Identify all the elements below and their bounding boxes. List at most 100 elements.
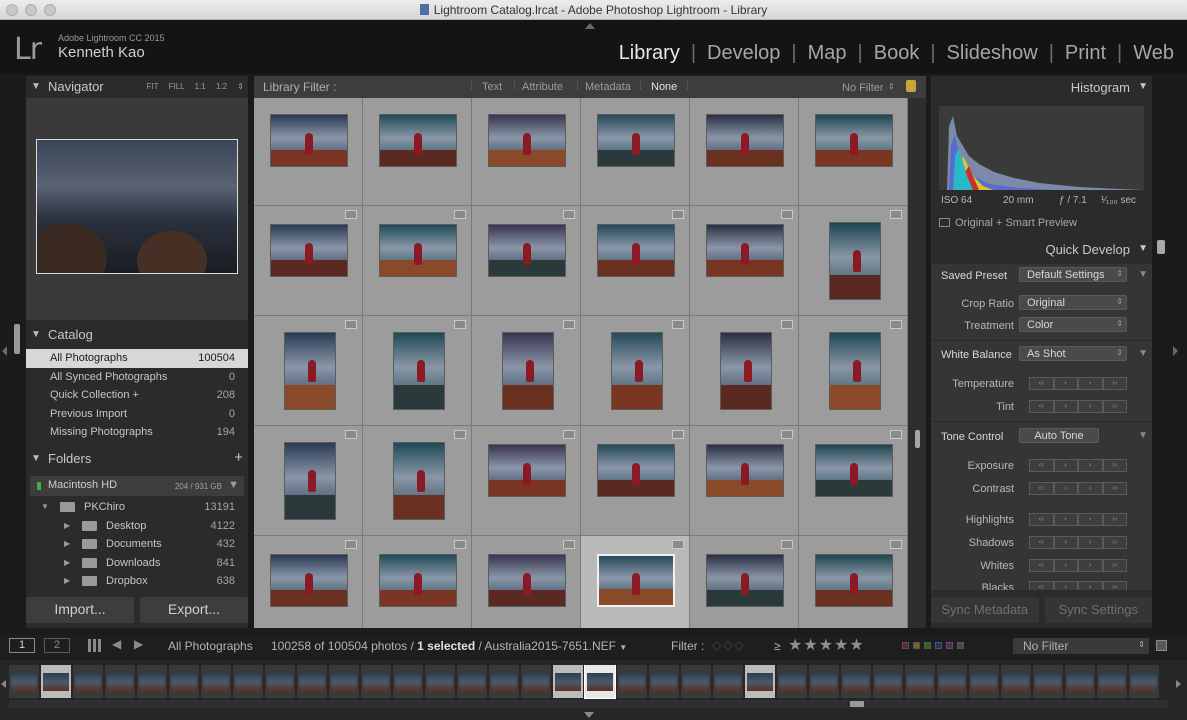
filmstrip-thumbnail[interactable] [41, 665, 71, 698]
expand-triangle-icon[interactable]: ▶ [64, 558, 70, 567]
filmstrip-scrollbar[interactable] [9, 700, 1169, 708]
filmstrip-thumbnail[interactable] [1033, 665, 1063, 698]
thumbnail-badge-icon[interactable] [781, 430, 793, 439]
thumbnail-badge-icon[interactable] [672, 430, 684, 439]
thumbnail-badge-icon[interactable] [890, 540, 902, 549]
grid-cell[interactable] [690, 536, 799, 628]
filmstrip-thumbnail[interactable] [297, 665, 327, 698]
grid-scrollbar[interactable] [908, 98, 926, 628]
contrast-steppers[interactable]: ‹‹ ‹ › ›› [1029, 482, 1127, 495]
thumbnail-badge-icon[interactable] [563, 320, 575, 329]
filmstrip-thumbnail[interactable] [585, 665, 615, 698]
photo-thumbnail[interactable] [706, 444, 784, 497]
filmstrip-thumbnail[interactable] [169, 665, 199, 698]
shadows-steppers[interactable]: ‹‹ ‹ › ›› [1029, 536, 1127, 549]
grid-cell[interactable] [472, 536, 581, 628]
photo-thumbnail[interactable] [829, 222, 881, 300]
volume-macintosh-hd[interactable]: Macintosh HD 204 / 931 GB ▼ [30, 476, 244, 496]
photo-thumbnail[interactable] [597, 114, 675, 167]
photo-thumbnail[interactable] [706, 554, 784, 607]
grid-cell[interactable] [799, 536, 908, 628]
thumbnail-badge-icon[interactable] [345, 210, 357, 219]
grid-cell[interactable] [690, 316, 799, 426]
add-folder-icon[interactable]: + [234, 449, 243, 466]
navigator-preview-area[interactable] [26, 98, 248, 320]
module-develop[interactable]: Develop [696, 42, 791, 65]
photo-thumbnail[interactable] [611, 332, 663, 410]
filmstrip-thumbnail[interactable] [777, 665, 807, 698]
filmstrip-thumbnail[interactable] [969, 665, 999, 698]
thumbnail-badge-icon[interactable] [563, 430, 575, 439]
filmstrip-thumbnail[interactable] [105, 665, 135, 698]
expand-triangle-icon[interactable]: ▶ [64, 576, 70, 585]
smart-preview-status[interactable]: Original + Smart Preview [939, 217, 1077, 229]
grid-cell[interactable] [472, 206, 581, 316]
import-button[interactable]: Import... [26, 597, 134, 623]
thumbnail-badge-icon[interactable] [454, 540, 466, 549]
navigator-zoom-options[interactable]: FIT FILL 1:1 1:2 ⇕ [147, 82, 244, 91]
grid-cell[interactable] [363, 536, 472, 628]
navigator-header[interactable]: ▼ Navigator FIT FILL 1:1 1:2 ⇕ [26, 76, 248, 98]
highlights-steppers[interactable]: ‹‹ ‹ › ›› [1029, 513, 1127, 526]
collapse-right-panel-arrow-icon[interactable] [1173, 346, 1178, 356]
whites-steppers[interactable]: ‹‹ ‹ › ›› [1029, 559, 1127, 572]
filter-none[interactable]: None [651, 81, 677, 93]
white-balance-select[interactable]: As Shot ⇕ [1019, 346, 1127, 361]
thumbnail-badge-icon[interactable] [345, 430, 357, 439]
grid-cell[interactable] [581, 536, 690, 628]
catalog-item-all-photographs[interactable]: All Photographs 100504 [26, 349, 248, 368]
grid-cell[interactable] [363, 206, 472, 316]
grid-cell[interactable] [581, 316, 690, 426]
star-rating-filter[interactable]: ★★★★★ [788, 635, 865, 655]
filmstrip-thumbnail[interactable] [937, 665, 967, 698]
filmstrip-thumbnail[interactable] [681, 665, 711, 698]
thumbnail-badge-icon[interactable] [563, 210, 575, 219]
catalog-item-missing[interactable]: Missing Photographs 194 [26, 423, 248, 442]
module-map[interactable]: Map [797, 42, 858, 65]
export-button[interactable]: Export... [140, 597, 248, 623]
catalog-item-synced[interactable]: All Synced Photographs 0 [26, 368, 248, 387]
thumbnail-badge-icon[interactable] [890, 430, 902, 439]
photo-thumbnail[interactable] [284, 442, 336, 520]
photo-thumbnail[interactable] [488, 554, 566, 607]
filter-metadata[interactable]: Metadata [585, 81, 631, 93]
catalog-header[interactable]: ▼ Catalog [26, 324, 248, 346]
grid-cell[interactable] [254, 98, 363, 206]
grid-cell[interactable] [799, 206, 908, 316]
filmstrip-source[interactable]: All Photographs [168, 639, 253, 653]
photo-thumbnail[interactable] [720, 332, 772, 410]
photo-thumbnail[interactable] [597, 554, 675, 607]
forward-arrow-icon[interactable]: ▶ [134, 637, 143, 651]
grid-cell[interactable] [581, 98, 690, 206]
module-print[interactable]: Print [1054, 42, 1117, 65]
photo-thumbnail[interactable] [393, 442, 445, 520]
grid-cell[interactable] [690, 426, 799, 536]
photo-thumbnail[interactable] [393, 332, 445, 410]
grid-cell[interactable] [254, 206, 363, 316]
folder-item-desktop[interactable]: ▶ Desktop 4122 [26, 517, 248, 536]
grid-view-icon[interactable] [88, 639, 101, 652]
photo-thumbnail[interactable] [488, 224, 566, 277]
filmstrip-thumbnail[interactable] [521, 665, 551, 698]
photo-thumbnail[interactable] [270, 224, 348, 277]
photo-thumbnail[interactable] [379, 224, 457, 277]
thumbnail-badge-icon[interactable] [672, 540, 684, 549]
photo-thumbnail[interactable] [379, 114, 457, 167]
back-arrow-icon[interactable]: ◀ [112, 637, 121, 651]
grid-cell[interactable] [472, 98, 581, 206]
color-label-filter[interactable] [902, 642, 964, 649]
folder-item-downloads[interactable]: ▶ Downloads 841 [26, 554, 248, 573]
filter-toggle-icon[interactable] [1156, 640, 1167, 651]
filmstrip-filter-select[interactable]: No Filter ⇕ [1013, 638, 1149, 654]
treatment-select[interactable]: Color ⇕ [1019, 317, 1127, 332]
filmstrip-thumbnail[interactable] [745, 665, 775, 698]
collapse-top-panel-arrow-icon[interactable] [585, 23, 595, 29]
filmstrip-thumbnail[interactable] [425, 665, 455, 698]
photo-thumbnail[interactable] [284, 332, 336, 410]
volume-options-icon[interactable]: ▼ [228, 479, 239, 491]
photo-thumbnail[interactable] [488, 114, 566, 167]
grid-cell[interactable] [254, 536, 363, 628]
tint-steppers[interactable]: ‹‹ ‹ › ›› [1029, 400, 1127, 413]
filmstrip-thumbnail[interactable] [265, 665, 295, 698]
color-label-purple[interactable] [946, 642, 953, 649]
